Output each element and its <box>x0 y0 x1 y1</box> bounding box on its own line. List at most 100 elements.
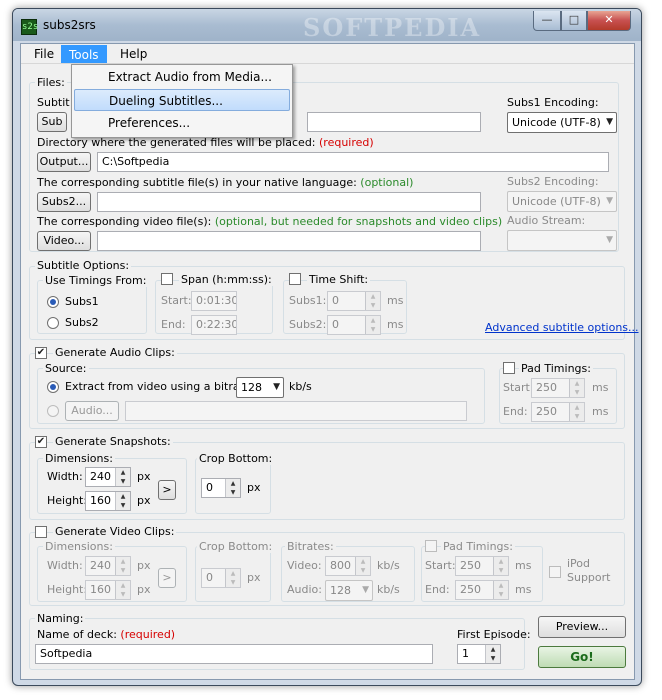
first-episode-spinner[interactable]: 1 ▲ ▼ <box>457 644 501 664</box>
window-title: subs2srs <box>43 18 96 32</box>
time-shift-checkbox[interactable] <box>289 273 301 285</box>
vid-copy-dimensions-button[interactable]: > <box>158 568 176 588</box>
vid-pad-checkbox[interactable] <box>425 540 437 552</box>
close-button[interactable]: ✕ <box>587 11 631 31</box>
spinner-arrows-icon[interactable]: ▲ ▼ <box>225 479 240 497</box>
subs2-encoding-select[interactable]: Unicode (UTF-8) ▼ <box>507 191 617 212</box>
ts-subs1-spinner[interactable]: 0 ▲ ▼ <box>327 291 381 311</box>
audio-source-label: Source: <box>43 362 89 375</box>
ts-subs1-label: Subs1: <box>289 294 327 307</box>
files-section-label: Files: <box>35 76 67 89</box>
vid-pad-start-label: Start: <box>425 559 456 572</box>
menu-tools[interactable]: Tools <box>61 45 107 63</box>
ipod-support-checkbox[interactable] <box>549 566 561 578</box>
output-button[interactable]: Output... <box>37 152 91 172</box>
spinner-arrows-icon[interactable]: ▲ ▼ <box>569 379 584 397</box>
span-checkbox[interactable] <box>161 273 173 285</box>
client-area: File Tools Help Extract Audio from Media… <box>20 43 639 680</box>
video-clips-label: Generate Video Clips: <box>53 525 177 538</box>
video-button[interactable]: Video... <box>37 231 91 251</box>
bitrate-select[interactable]: 128 ▼ <box>236 377 284 398</box>
spinner-arrows-icon[interactable]: ▲ ▼ <box>569 403 584 421</box>
go-button[interactable]: Go! <box>538 646 626 668</box>
span-end-input[interactable]: 0:22:30 <box>191 315 237 335</box>
snap-crop-spinner[interactable]: 0 ▲ ▼ <box>201 478 241 498</box>
snapshots-label: Generate Snapshots: <box>53 435 173 448</box>
audio-pad-end-unit: ms <box>592 405 609 418</box>
menu-item-preferences[interactable]: Preferences... <box>74 112 290 134</box>
spinner-arrows-icon[interactable]: ▲ ▼ <box>493 557 508 575</box>
subs2-button[interactable]: Subs2... <box>37 192 91 212</box>
radio-extract-from-video[interactable] <box>47 381 59 393</box>
vid-audio-rate-label: Audio: <box>287 583 322 596</box>
title-bar[interactable]: s2s subs2srs SOFTPEDIA — □ ✕ <box>13 9 641 42</box>
audio-button[interactable]: Audio... <box>65 401 119 421</box>
vid-crop-unit: px <box>247 571 261 584</box>
snapshots-checkbox[interactable]: ✔ <box>35 436 47 448</box>
vid-video-rate-spinner[interactable]: 800 ▲ ▼ <box>325 556 371 576</box>
subs1-encoding-select[interactable]: Unicode (UTF-8) ▼ <box>507 112 617 133</box>
spinner-arrows-icon[interactable]: ▲ ▼ <box>365 292 380 310</box>
maximize-button[interactable]: □ <box>561 11 587 31</box>
minimize-button[interactable]: — <box>533 11 561 31</box>
spinner-arrows-icon[interactable]: ▲ ▼ <box>115 581 130 599</box>
watermark: SOFTPEDIA <box>303 13 482 42</box>
subs2-path-input[interactable] <box>97 192 481 212</box>
spinner-arrows-icon[interactable]: ▲ ▼ <box>225 569 240 587</box>
vid-crop-label: Crop Bottom: <box>197 540 275 553</box>
vid-crop-spinner[interactable]: 0 ▲ ▼ <box>201 568 241 588</box>
vid-video-rate-label: Video: <box>287 559 322 572</box>
menu-item-extract-audio[interactable]: Extract Audio from Media... <box>74 66 290 88</box>
spinner-arrows-icon[interactable]: ▲ ▼ <box>355 557 370 575</box>
vid-video-rate-unit: kb/s <box>377 559 400 572</box>
audio-pad-checkbox[interactable] <box>503 362 515 374</box>
menu-help[interactable]: Help <box>113 45 154 63</box>
vid-audio-rate-unit: kb/s <box>377 583 400 596</box>
radio-subs2[interactable] <box>47 317 59 329</box>
vid-width-spinner[interactable]: 240 ▲ ▼ <box>85 556 131 576</box>
subs1-path-input[interactable] <box>307 112 481 132</box>
subs2-optional: (optional) <box>360 176 414 189</box>
audio-pad-end-spinner[interactable]: 250 ▲ ▼ <box>531 402 585 422</box>
video-clips-checkbox[interactable] <box>35 526 47 538</box>
radio-subs1[interactable] <box>47 296 59 308</box>
audio-pad-start-unit: ms <box>592 381 609 394</box>
main-window: s2s subs2srs SOFTPEDIA — □ ✕ File Tools … <box>12 8 642 686</box>
ts-subs2-spinner[interactable]: 0 ▲ ▼ <box>327 315 381 335</box>
audio-pad-start-spinner[interactable]: 250 ▲ ▼ <box>531 378 585 398</box>
audio-clips-checkbox[interactable]: ✔ <box>35 347 47 359</box>
radio-subs2-label: Subs2 <box>65 316 99 329</box>
subs1-button[interactable]: Sub <box>37 112 67 132</box>
radio-audio-file[interactable] <box>47 405 59 417</box>
vid-pad-start-unit: ms <box>515 559 532 572</box>
advanced-subtitle-options-link[interactable]: Advanced subtitle options... <box>485 321 639 334</box>
snap-height-spinner[interactable]: 160 ▲ ▼ <box>85 491 131 511</box>
spinner-arrows-icon[interactable]: ▲ ▼ <box>115 492 130 510</box>
subtitle-options-label: Subtitle Options: <box>35 259 132 272</box>
snap-width-unit: px <box>137 470 151 483</box>
vid-pad-end-label: End: <box>425 583 450 596</box>
spinner-arrows-icon[interactable]: ▲ ▼ <box>365 316 380 334</box>
deck-name-input[interactable]: Softpedia <box>35 644 433 664</box>
video-path-input[interactable] <box>97 231 481 251</box>
snap-width-spinner[interactable]: 240 ▲ ▼ <box>85 467 131 487</box>
snap-copy-dimensions-button[interactable]: > <box>158 480 176 500</box>
chevron-down-icon: ▼ <box>362 585 369 595</box>
spinner-arrows-icon[interactable]: ▲ ▼ <box>115 557 130 575</box>
vid-height-label: Height: <box>47 583 88 596</box>
audio-stream-select[interactable]: ▼ <box>507 230 617 251</box>
output-path-input[interactable]: C:\Softpedia <box>97 152 609 172</box>
span-start-input[interactable]: 0:01:30 <box>191 291 237 311</box>
vid-audio-rate-select[interactable]: 128 ▼ <box>325 580 373 601</box>
audio-path-input[interactable] <box>125 401 467 421</box>
preview-button[interactable]: Preview... <box>538 616 626 638</box>
menu-item-dueling-subtitles[interactable]: Dueling Subtitles... <box>74 89 290 111</box>
vid-pad-start-spinner[interactable]: 250 ▲ ▼ <box>455 556 509 576</box>
spinner-arrows-icon[interactable]: ▲ ▼ <box>115 468 130 486</box>
vid-pad-end-spinner[interactable]: 250 ▲ ▼ <box>455 580 509 600</box>
snap-height-unit: px <box>137 494 151 507</box>
spinner-arrows-icon[interactable]: ▲ ▼ <box>485 645 500 663</box>
vid-height-spinner[interactable]: 160 ▲ ▼ <box>85 580 131 600</box>
menu-file[interactable]: File <box>27 45 61 63</box>
spinner-arrows-icon[interactable]: ▲ ▼ <box>493 581 508 599</box>
